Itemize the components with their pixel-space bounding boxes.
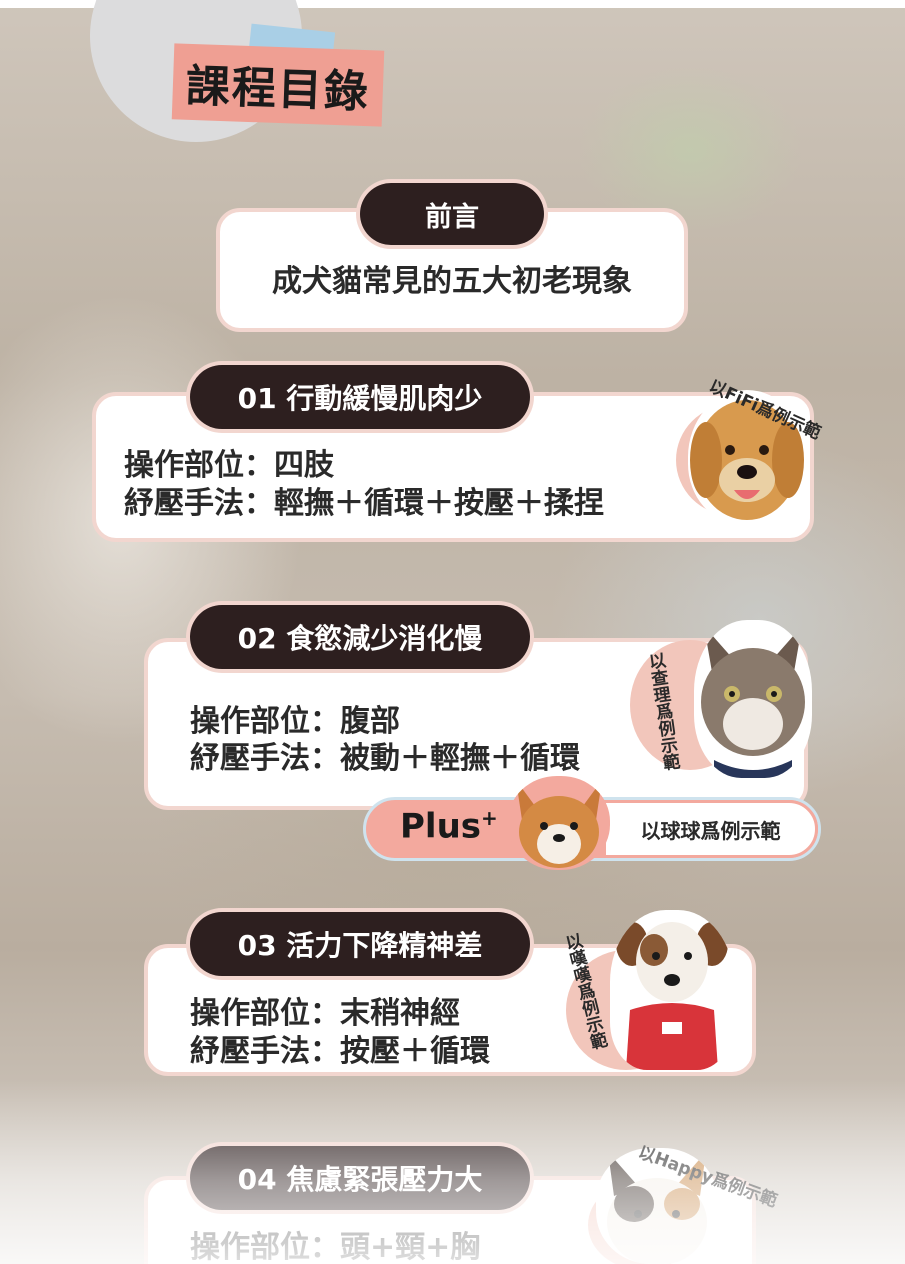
section-03-tag-label: 03 活力下降精神差	[237, 929, 483, 962]
section-02-tag: 02 食慾減少消化慢	[190, 605, 530, 669]
section-03-method: 紓壓手法：按壓＋循環	[190, 1034, 490, 1069]
title-label: 課程目錄	[171, 43, 385, 127]
section-04-tag-label: 04 焦慮緊張壓力大	[237, 1163, 483, 1196]
plus-caption-box: 以球球爲例示範	[603, 800, 818, 858]
plus-sup: +	[481, 806, 498, 830]
jack-russell-icon	[610, 910, 734, 1070]
section-01-tag: 01 行動緩慢肌肉少	[190, 365, 530, 429]
tantan-dog-photo	[610, 910, 734, 1070]
section-01-tag-label: 01 行動緩慢肌肉少	[237, 382, 483, 415]
page-title: 課程目錄	[185, 60, 371, 119]
plus-label: Plus	[400, 806, 482, 847]
plus-caption: 以球球爲例示範	[640, 818, 781, 843]
section-04-part: 操作部位：頭+頸+胸	[190, 1230, 481, 1264]
section-04-tag: 04 焦慮緊張壓力大	[190, 1146, 530, 1210]
section-02-method: 紓壓手法：被動＋輕撫＋循環	[190, 741, 580, 776]
qiuqiu-corgi-photo	[508, 776, 610, 870]
corgi-icon	[508, 776, 610, 870]
tabby-cat-icon	[694, 620, 812, 778]
intro-tag-label: 前言	[425, 201, 479, 233]
intro-text: 成犬貓常見的五大初老現象	[272, 264, 632, 299]
charlie-cat-photo	[694, 620, 812, 778]
intro-tag: 前言	[360, 183, 544, 245]
course-catalog-page: 課程目錄 前言 成犬貓常見的五大初老現象 01 行動緩慢肌肉少 操作部位：四肢 …	[0, 0, 905, 1264]
section-03-tag: 03 活力下降精神差	[190, 912, 530, 976]
section-02-tag-label: 02 食慾減少消化慢	[237, 622, 483, 655]
section-01-method: 紓壓手法：輕撫＋循環＋按壓＋揉捏	[124, 486, 604, 521]
plus-label-wrap: Plus+	[400, 806, 498, 846]
